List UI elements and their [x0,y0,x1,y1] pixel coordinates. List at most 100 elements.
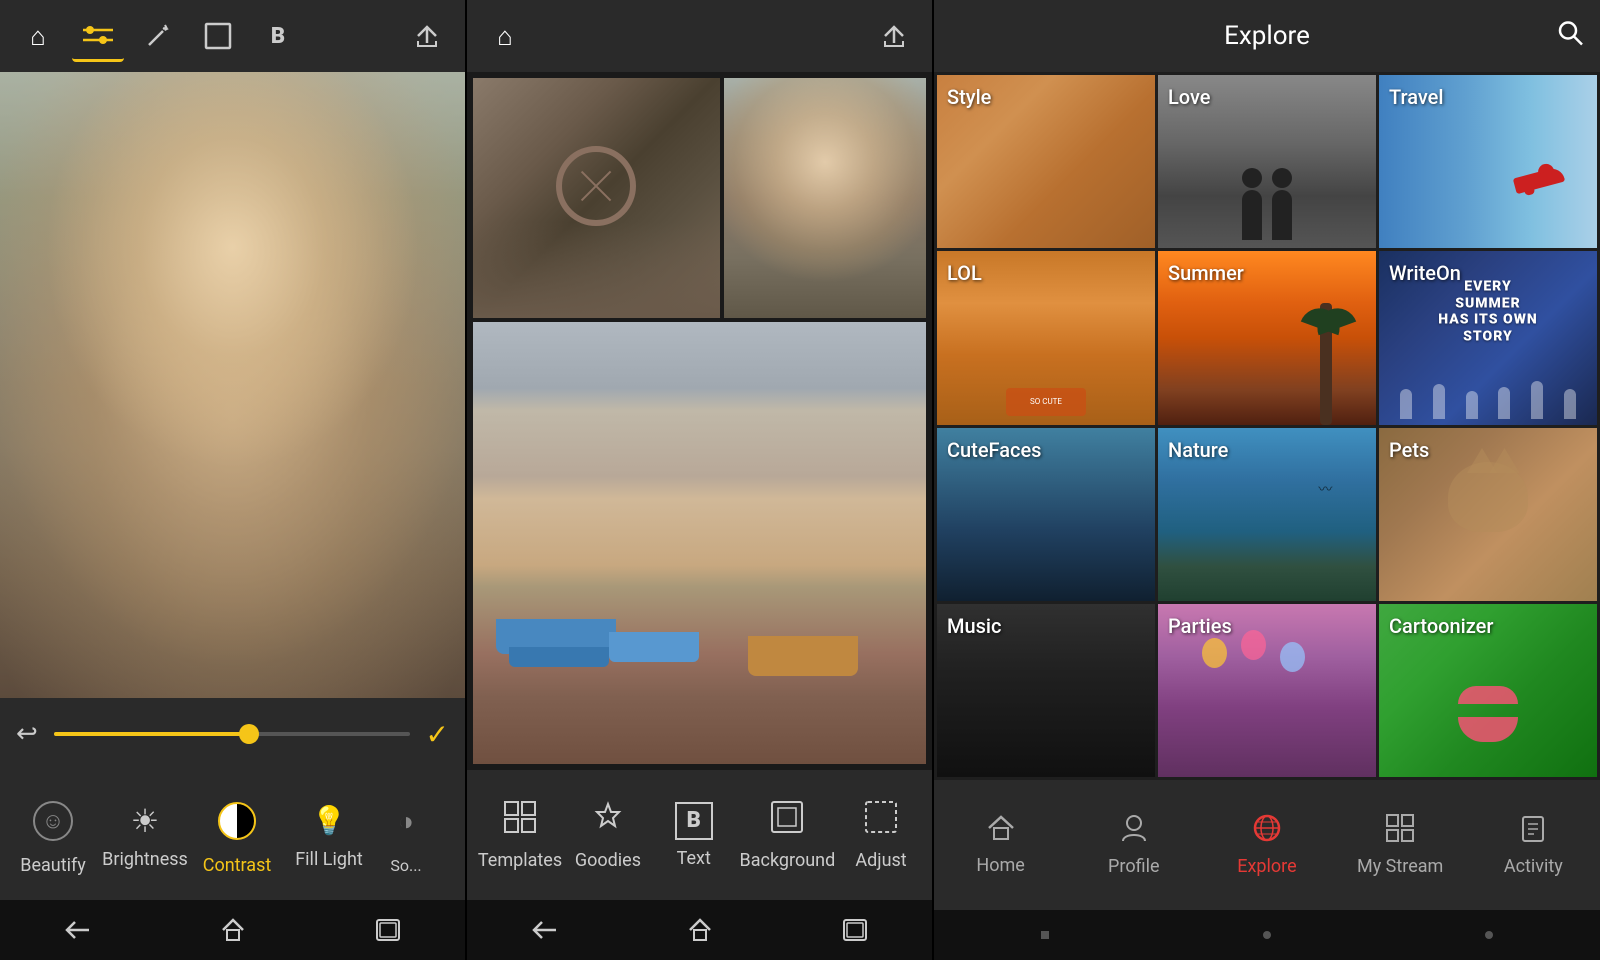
collage-row-1 [473,78,926,318]
tools-bar: ☺ Beautify ☀ Brightness Contrast 💡 Fill … [0,770,465,900]
slider-area: ↩ ✓ [0,698,465,770]
text-label: Text [677,848,711,869]
travel-label: Travel [1389,85,1443,109]
explore-categories-grid: Style Love Travel [934,72,1600,780]
nav-adjust[interactable]: Adjust [841,780,921,890]
adjust-label: Adjust [855,850,906,871]
recents-button-1[interactable] [363,910,413,950]
nav-goodies[interactable]: Goodies [568,780,648,890]
explore-label: Explore [1237,856,1296,877]
background-label: Background [740,850,836,871]
goodies-label: Goodies [575,850,641,871]
explore-nav-profile[interactable]: Profile [1084,790,1184,900]
collage-row-2 [473,322,926,764]
explore-panel: Explore Style Love [934,0,1600,960]
adjust-icon [864,800,898,842]
templates-icon [503,800,537,842]
collage-cell-bike[interactable] [473,78,720,318]
collage-canvas [467,72,932,770]
home-icon[interactable]: ⌂ [12,10,64,62]
explore-nav-explore[interactable]: Explore [1217,790,1317,900]
collage-cell-girl[interactable] [724,78,926,318]
wand-icon[interactable] [132,10,184,62]
category-style[interactable]: Style [937,75,1155,248]
home-button-1[interactable] [208,910,258,950]
parties-label: Parties [1168,614,1232,638]
profile-icon [1121,813,1147,850]
category-lol[interactable]: LOL SO CUTE [937,251,1155,424]
tool-contrast[interactable]: Contrast [192,780,282,890]
home-button-2[interactable] [675,910,725,950]
nav-background[interactable]: Background [740,780,836,890]
activity-label: Activity [1504,856,1563,877]
explore-nav-mystream[interactable]: My Stream [1350,790,1450,900]
category-summer[interactable]: Summer [1158,251,1376,424]
explore-nav-home[interactable]: Home [951,790,1051,900]
love-label: Love [1168,85,1211,109]
brightness-icon: ☀ [125,801,165,841]
category-music[interactable]: Music [937,604,1155,777]
tool-beautify[interactable]: ☺ Beautify [8,780,98,890]
contrast-icon [211,795,263,847]
mystream-icon [1385,813,1415,850]
profile-label: Profile [1108,856,1159,877]
filllight-label: Fill Light [295,849,363,870]
collage-panel: ⌂ [467,0,934,960]
collage-share-icon[interactable] [868,10,920,62]
nav-templates[interactable]: Templates [478,780,562,890]
collage-cell-boats[interactable] [473,322,926,764]
explore-title: Explore [1224,21,1310,51]
frame-icon[interactable] [192,10,244,62]
category-pets[interactable]: Pets [1379,428,1597,601]
collage-home-icon[interactable]: ⌂ [479,10,531,62]
search-button[interactable] [1556,19,1584,54]
recents-button-2[interactable] [830,910,880,950]
music-label: Music [947,614,1001,638]
brightness-label: Brightness [102,849,188,870]
explore-home-label: Home [976,855,1024,876]
goodies-icon [591,800,625,842]
portrait-overlay [0,72,465,698]
back-button-2[interactable] [520,910,570,950]
adjustment-slider[interactable] [54,732,410,736]
category-cartoonizer[interactable]: Cartoonizer [1379,604,1597,777]
pets-label: Pets [1389,438,1429,462]
collage-top-bar: ⌂ [467,0,932,72]
contrast-label: Contrast [203,855,272,876]
cutefaces-label: CuteFaces [947,438,1041,462]
category-travel[interactable]: Travel [1379,75,1597,248]
system-nav-3 [934,910,1600,960]
system-nav-1 [0,900,465,960]
explore-globe-icon [1252,813,1282,850]
bold-icon[interactable]: B [252,10,304,62]
category-parties[interactable]: Parties [1158,604,1376,777]
tool-filllight[interactable]: 💡 Fill Light [284,780,374,890]
confirm-button[interactable]: ✓ [426,718,449,751]
shadow-icon: ◑ [380,796,432,848]
explore-home-icon [986,814,1016,849]
category-love[interactable]: Love [1158,75,1376,248]
tool-shadow[interactable]: ◑ So... [376,780,436,890]
photo-preview [0,72,465,698]
category-writeon[interactable]: WriteOn EVERY SUMMERHAS ITS OWNSTORY [1379,251,1597,424]
category-cutefaces[interactable]: CuteFaces [937,428,1155,601]
share-icon[interactable] [401,10,453,62]
summer-label: Summer [1168,261,1244,285]
background-icon [770,800,804,842]
sliders-icon[interactable] [72,10,124,62]
nature-label: Nature [1168,438,1228,462]
editor-top-bar: ⌂ B [0,0,465,72]
text-icon: B [675,802,713,840]
style-label: Style [947,85,991,109]
tool-brightness[interactable]: ☀ Brightness [100,780,190,890]
category-nature[interactable]: Nature 〰 [1158,428,1376,601]
collage-bottom-nav: Templates Goodies B Text Backg [467,770,932,900]
mystream-label: My Stream [1357,856,1443,877]
undo-button[interactable]: ↩ [16,719,38,749]
beautify-icon: ☺ [27,795,79,847]
activity-icon [1520,813,1546,850]
explore-nav-activity[interactable]: Activity [1483,790,1583,900]
back-button-1[interactable] [53,910,103,950]
templates-label: Templates [478,850,562,871]
nav-text[interactable]: B Text [654,780,734,890]
